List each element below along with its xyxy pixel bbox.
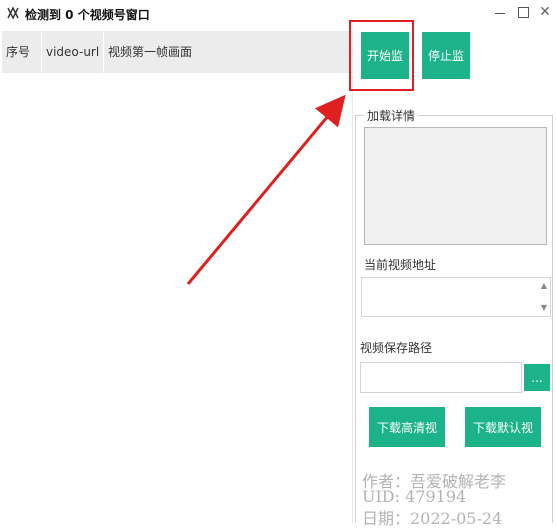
maximize-icon[interactable] xyxy=(515,4,531,20)
close-icon[interactable]: ✕ xyxy=(537,4,553,20)
save-path-field[interactable] xyxy=(360,362,522,393)
current-video-address-field[interactable] xyxy=(361,277,551,317)
watermark-date: 日期：2022-05-24 xyxy=(362,509,503,528)
scroll-down-icon[interactable]: ▼ xyxy=(539,303,549,313)
column-header-video-url[interactable]: video-url xyxy=(42,31,104,73)
minimize-icon[interactable] xyxy=(492,4,508,20)
scroll-up-icon[interactable]: ▲ xyxy=(539,281,549,291)
save-path-label: 视频保存路径 xyxy=(360,341,433,355)
table-header: 序号 video-url 视频第一帧画面 xyxy=(2,31,352,73)
watermark-uid: UID: 479194 xyxy=(362,487,467,506)
column-header-index[interactable]: 序号 xyxy=(2,31,42,73)
app-logo-icon xyxy=(7,6,19,20)
download-default-video-button[interactable]: 下载默认视频 xyxy=(465,407,541,475)
stop-monitor-button[interactable]: 停止监控 xyxy=(422,32,470,110)
highlight-annotation-box xyxy=(349,20,414,91)
current-video-address-label: 当前视频地址 xyxy=(364,258,437,272)
browse-path-button[interactable]: ... xyxy=(524,364,550,391)
title-bar: 检测到 0 个视频号窗口 ✕ xyxy=(0,0,556,28)
video-list-table[interactable]: 序号 video-url 视频第一帧画面 xyxy=(2,31,353,523)
window-title: 检测到 0 个视频号窗口 xyxy=(25,8,150,22)
video-preview-box xyxy=(364,127,547,245)
load-details-title: 加载详情 xyxy=(364,107,419,124)
download-hd-video-button[interactable]: 下载高清视频 xyxy=(369,407,445,475)
column-header-first-frame[interactable]: 视频第一帧画面 xyxy=(104,31,352,73)
